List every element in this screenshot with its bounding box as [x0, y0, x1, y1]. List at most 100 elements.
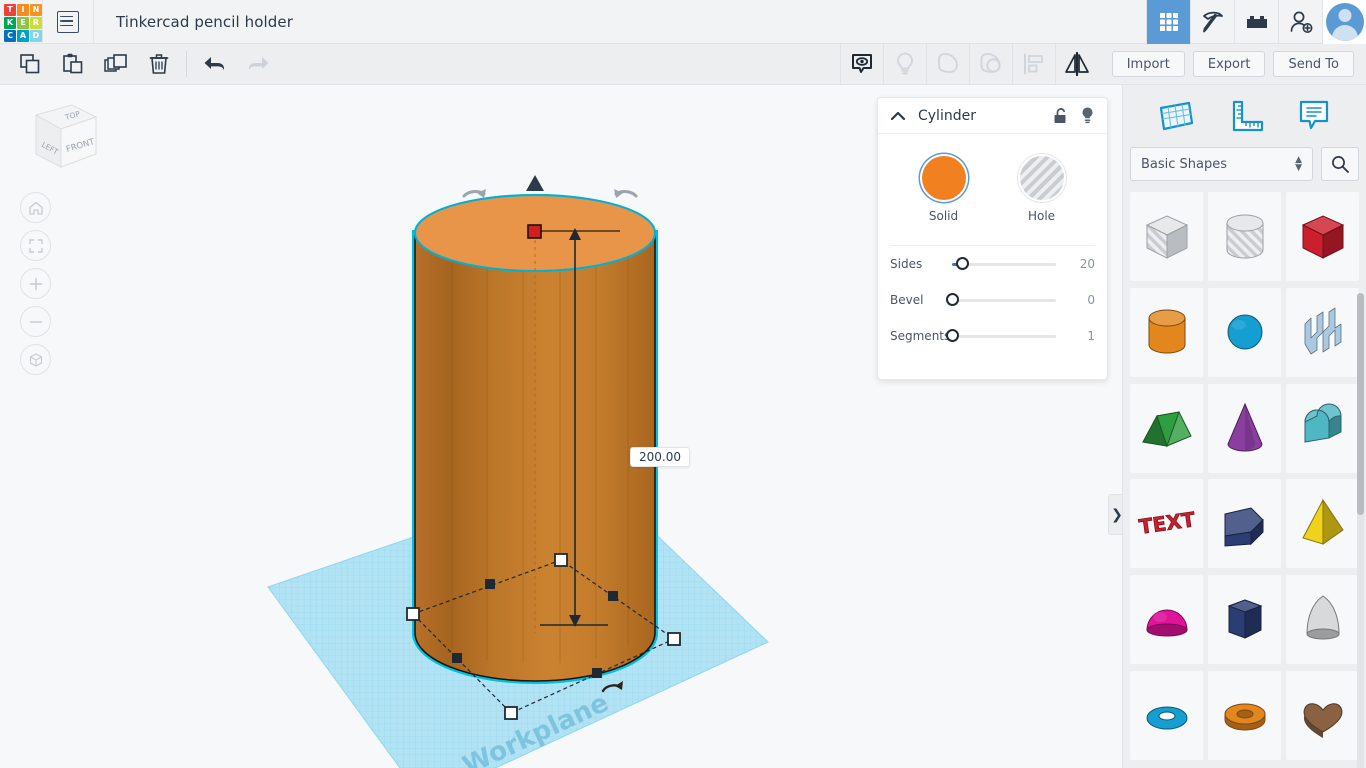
inspector-title: Cylinder — [918, 108, 976, 124]
search-icon — [1330, 154, 1350, 174]
shape-text-red[interactable]: TEXT — [1130, 479, 1203, 568]
solid-color-swatch[interactable] — [922, 156, 966, 200]
copy-button[interactable] — [8, 44, 51, 84]
logo-tile-d-8: D — [30, 30, 42, 42]
slider-knob-bevel[interactable] — [946, 293, 959, 306]
logo-tile-a-7: A — [17, 30, 29, 42]
slider-knob-segments[interactable] — [946, 329, 959, 342]
note-icon[interactable] — [1294, 99, 1334, 133]
slider-label-bevel: Bevel — [890, 293, 952, 307]
hole-color-swatch[interactable] — [1020, 156, 1064, 200]
shapes-scrollbar[interactable] — [1357, 293, 1364, 768]
shape-box-red[interactable] — [1286, 192, 1359, 281]
fit-view-button[interactable] — [20, 230, 51, 261]
shape-library-grid[interactable]: TEXT — [1123, 192, 1366, 762]
move-up-handle[interactable] — [526, 175, 544, 191]
lightbulb-icon[interactable] — [1080, 106, 1095, 125]
logo-tile-n-2: N — [30, 4, 42, 16]
shape-roof-green[interactable] — [1130, 384, 1203, 473]
view-cube[interactable]: TOP LEFT FRONT — [14, 99, 104, 179]
zoom-in-button[interactable] — [20, 268, 51, 299]
chevron-up-icon[interactable] — [890, 110, 906, 122]
shape-cylinder-orange[interactable] — [1130, 288, 1203, 377]
tinkercad-app: TINKERCAD Tinkercad pencil holder — [0, 0, 1366, 768]
edge-handle[interactable] — [608, 591, 618, 601]
hole-mode-option[interactable]: Hole — [1011, 156, 1073, 223]
perspective-box-icon — [28, 352, 44, 368]
shape-polygon-wedge-navy[interactable] — [1208, 479, 1281, 568]
home-view-button[interactable] — [20, 192, 51, 223]
panel-collapse-handle[interactable]: ❯ — [1108, 494, 1122, 535]
shape-scribble-lightblue[interactable] — [1286, 288, 1359, 377]
duplicate-button[interactable] — [94, 44, 137, 84]
zoom-out-button[interactable] — [20, 306, 51, 337]
shape-torus-blue[interactable] — [1130, 671, 1203, 760]
shape-cylinder-hole[interactable] — [1208, 192, 1281, 281]
paste-icon — [61, 52, 85, 76]
corner-handle[interactable] — [505, 707, 517, 719]
avatar — [1326, 3, 1364, 41]
edge-handle[interactable] — [452, 653, 462, 663]
align-button[interactable] — [1012, 44, 1055, 85]
shape-category-select[interactable]: Basic Shapes ▲▼ — [1130, 147, 1313, 181]
cylinder-object[interactable] — [415, 195, 655, 681]
export-button[interactable]: Export — [1193, 51, 1266, 77]
workplane-icon[interactable] — [1156, 99, 1196, 133]
tinkercad-logo[interactable]: TINKERCAD — [2, 2, 42, 42]
edge-handle[interactable] — [485, 579, 495, 589]
search-shapes-button[interactable] — [1321, 147, 1359, 181]
shape-tube-orange[interactable] — [1208, 671, 1281, 760]
import-button[interactable]: Import — [1112, 51, 1185, 77]
shape-box-hole[interactable] — [1130, 192, 1203, 281]
corner-handle[interactable] — [555, 554, 567, 566]
apps-grid-button[interactable] — [1146, 0, 1190, 44]
shape-cone-purple[interactable] — [1208, 384, 1281, 473]
lightbulb-button[interactable] — [883, 44, 926, 85]
edge-handle[interactable] — [592, 668, 602, 678]
solid-hole-selector: Solid Hole — [878, 156, 1107, 223]
top-bar: TINKERCAD Tinkercad pencil holder — [0, 0, 1366, 44]
toolbar-right: Import Export Send To — [840, 44, 1366, 85]
shape-round-roof-teal[interactable] — [1286, 384, 1359, 473]
redo-button[interactable] — [236, 44, 279, 84]
undo-button[interactable] — [193, 44, 236, 84]
shape-parameter-sliders: Sides20Bevel0Segments1 — [878, 246, 1107, 354]
slider-value-segments: 1 — [1087, 329, 1095, 343]
user-avatar-button[interactable] — [1322, 0, 1366, 44]
mirror-button[interactable] — [1055, 44, 1098, 85]
shape-sphere-blue[interactable] — [1208, 288, 1281, 377]
ruler-icon[interactable] — [1225, 99, 1265, 133]
shape-heart-brown[interactable] — [1286, 671, 1359, 760]
shapes-scrollbar-thumb[interactable] — [1357, 293, 1364, 515]
brick-button[interactable] — [1234, 0, 1278, 44]
shape-pyramid-yellow[interactable] — [1286, 479, 1359, 568]
ungroup-icon — [978, 51, 1004, 77]
perspective-toggle-button[interactable] — [20, 344, 51, 375]
slider-track-bevel[interactable] — [952, 299, 1056, 302]
corner-handle[interactable] — [407, 608, 419, 620]
logo-tile-i-1: I — [17, 4, 29, 16]
slider-knob-sides[interactable] — [956, 257, 969, 270]
pickaxe-button[interactable] — [1190, 0, 1234, 44]
delete-button[interactable] — [137, 44, 180, 84]
group-button[interactable] — [926, 44, 969, 85]
slider-track-segments[interactable] — [952, 335, 1056, 338]
solid-mode-option[interactable]: Solid — [913, 156, 975, 223]
grid-apps-icon — [1158, 11, 1180, 33]
unlock-icon[interactable] — [1052, 107, 1068, 125]
slider-track-sides[interactable] — [952, 263, 1056, 266]
height-dimension-label[interactable]: 200.00 — [630, 447, 690, 467]
ungroup-button[interactable] — [969, 44, 1012, 85]
send-to-button[interactable]: Send To — [1273, 51, 1354, 77]
logo-tile-t-0: T — [4, 4, 16, 16]
project-list-button[interactable] — [42, 0, 94, 44]
visibility-note-button[interactable] — [840, 44, 883, 85]
logo-tile-r-5: R — [30, 17, 42, 29]
corner-handle[interactable] — [668, 633, 680, 645]
shape-hexagon-prism-navy[interactable] — [1208, 575, 1281, 664]
invite-user-button[interactable] — [1278, 0, 1322, 44]
shape-dome-magenta[interactable] — [1130, 575, 1203, 664]
shape-paraboloid-gray[interactable] — [1286, 575, 1359, 664]
paste-button[interactable] — [51, 44, 94, 84]
edit-toolbar: Import Export Send To — [0, 44, 1366, 85]
